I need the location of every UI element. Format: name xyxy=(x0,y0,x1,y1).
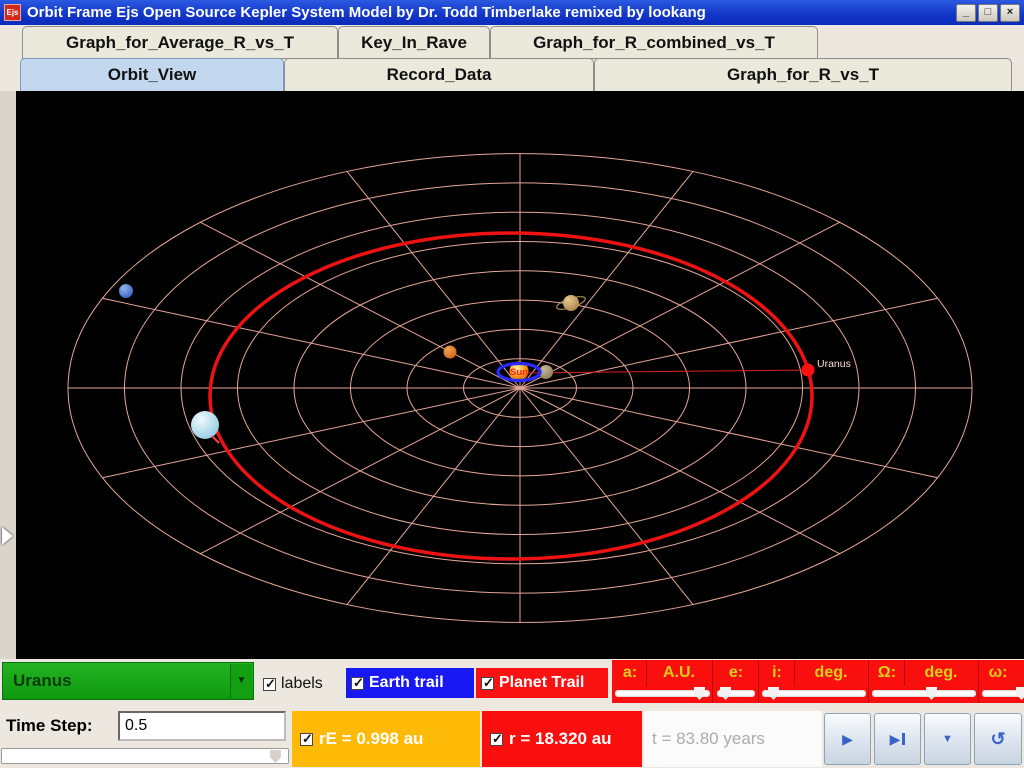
tab-key-in-rave[interactable]: Key_In_Rave xyxy=(338,26,490,59)
tab-graph-for-r-combined-vs-t[interactable]: Graph_for_R_combined_vs_T xyxy=(490,26,818,59)
re-readout-label: rE = 0.998 au xyxy=(319,729,423,749)
slider-node-unit: deg. xyxy=(906,662,976,684)
divider xyxy=(904,660,905,686)
close-button[interactable]: × xyxy=(1000,4,1020,22)
control-panel: Uranus ▼ labels Earth trail Planet Trail… xyxy=(0,659,1024,768)
app-icon: Ejs xyxy=(4,4,21,21)
divider xyxy=(712,660,713,703)
slider-node-track[interactable] xyxy=(872,690,976,697)
minimize-button[interactable]: _ xyxy=(956,4,976,22)
close-icon: × xyxy=(1007,6,1013,18)
reset-icon: ↺ xyxy=(990,729,1005,750)
planet-select[interactable]: Uranus ▼ xyxy=(2,662,254,700)
tab-orbit-view[interactable]: Orbit_View xyxy=(20,58,284,92)
earth-trail-toggle-group: Earth trail xyxy=(346,668,474,698)
r-readout-label: r = 18.320 au xyxy=(509,729,612,749)
planet-trail-toggle-group: Planet Trail xyxy=(476,668,608,698)
tab-record-data[interactable]: Record_Data xyxy=(284,58,594,92)
jupiter-icon xyxy=(444,346,457,359)
slider-a-label: a: xyxy=(614,662,646,684)
play-icon: ▶ xyxy=(842,731,853,748)
earth-trail-label: Earth trail xyxy=(369,674,444,692)
slider-e-thumb[interactable] xyxy=(720,687,731,700)
saturn-icon xyxy=(563,295,579,311)
divider xyxy=(978,660,979,703)
step-button[interactable]: ▶ xyxy=(874,713,921,765)
planet-select-value: Uranus xyxy=(13,663,72,699)
earth-trail-checkbox[interactable] xyxy=(351,677,364,690)
re-checkbox[interactable] xyxy=(300,733,313,746)
slider-a-unit: A.U. xyxy=(648,662,710,684)
window-controls: _ □ × xyxy=(956,4,1020,22)
time-speed-slider-thumb[interactable] xyxy=(270,750,281,763)
slider-node-thumb[interactable] xyxy=(926,687,937,700)
step-icon-bar xyxy=(902,733,905,745)
planet-trail-checkbox[interactable] xyxy=(481,677,494,690)
divider xyxy=(758,660,759,703)
r-readout-block: r = 18.320 au xyxy=(482,711,642,767)
caret-down-icon: ▼ xyxy=(942,733,953,745)
uranus-orbit-trail xyxy=(210,233,812,559)
time-step-label: Time Step: xyxy=(6,716,93,736)
orbital-elements-panel: a: A.U. e: i: deg. Ω: deg. xyxy=(612,660,1024,703)
time-speed-slider[interactable] xyxy=(1,748,289,764)
maximize-button[interactable]: □ xyxy=(978,4,998,22)
window-titlebar: Ejs Orbit Frame Ejs Open Source Kepler S… xyxy=(0,0,1024,25)
planet-select-arrow-button[interactable]: ▼ xyxy=(230,664,252,698)
r-checkbox[interactable] xyxy=(490,733,503,746)
neptune-icon xyxy=(119,284,133,298)
step-icon: ▶ xyxy=(890,731,901,748)
slider-i-label: i: xyxy=(760,662,794,684)
labels-toggle-group: labels xyxy=(263,670,323,698)
tab-graph-for-average-r-vs-t[interactable]: Graph_for_Average_R_vs_T xyxy=(22,26,338,59)
labels-checkbox[interactable] xyxy=(263,678,276,691)
reset-button[interactable]: ↺ xyxy=(974,713,1022,765)
slider-peri-label: ω: xyxy=(980,662,1016,684)
time-step-input[interactable] xyxy=(118,711,286,741)
orbit-grid xyxy=(68,154,972,623)
slider-peri-thumb[interactable] xyxy=(1016,687,1024,700)
uranus-marker-dot xyxy=(802,364,815,377)
window-title: Orbit Frame Ejs Open Source Kepler Syste… xyxy=(27,4,956,21)
slider-a-thumb[interactable] xyxy=(694,687,705,700)
divider xyxy=(868,660,869,703)
orbit-view-panel: Sun Uranus xyxy=(0,91,1024,659)
slider-i-thumb[interactable] xyxy=(768,687,779,700)
labels-label: labels xyxy=(281,675,323,693)
speed-menu-button[interactable]: ▼ xyxy=(924,713,971,765)
uranus-icon xyxy=(191,411,219,439)
play-button[interactable]: ▶ xyxy=(824,713,871,765)
planet-trail-label: Planet Trail xyxy=(499,674,584,692)
maximize-icon: □ xyxy=(985,6,992,18)
slider-node-label: Ω: xyxy=(870,662,904,684)
slider-i-unit: deg. xyxy=(796,662,866,684)
chevron-down-icon: ▼ xyxy=(237,675,247,686)
t-readout-block: t = 83.80 years xyxy=(644,711,822,767)
app-window: Ejs Orbit Frame Ejs Open Source Kepler S… xyxy=(0,0,1024,768)
drawer-handle-icon[interactable] xyxy=(2,527,13,545)
divider xyxy=(646,660,647,686)
slider-e-label: e: xyxy=(714,662,758,684)
drawer-handle-strip xyxy=(0,91,16,659)
sun-label: Sun xyxy=(510,367,528,378)
t-readout-label: t = 83.80 years xyxy=(652,729,765,749)
minimize-icon: _ xyxy=(963,6,969,18)
uranus-label: Uranus xyxy=(817,358,851,370)
re-readout-block: rE = 0.998 au xyxy=(292,711,480,767)
orbit-canvas[interactable]: Sun Uranus xyxy=(16,91,1024,659)
sun-planet-radius-line xyxy=(520,370,808,373)
tab-graph-for-r-vs-t[interactable]: Graph_for_R_vs_T xyxy=(594,58,1012,92)
divider xyxy=(794,660,795,686)
